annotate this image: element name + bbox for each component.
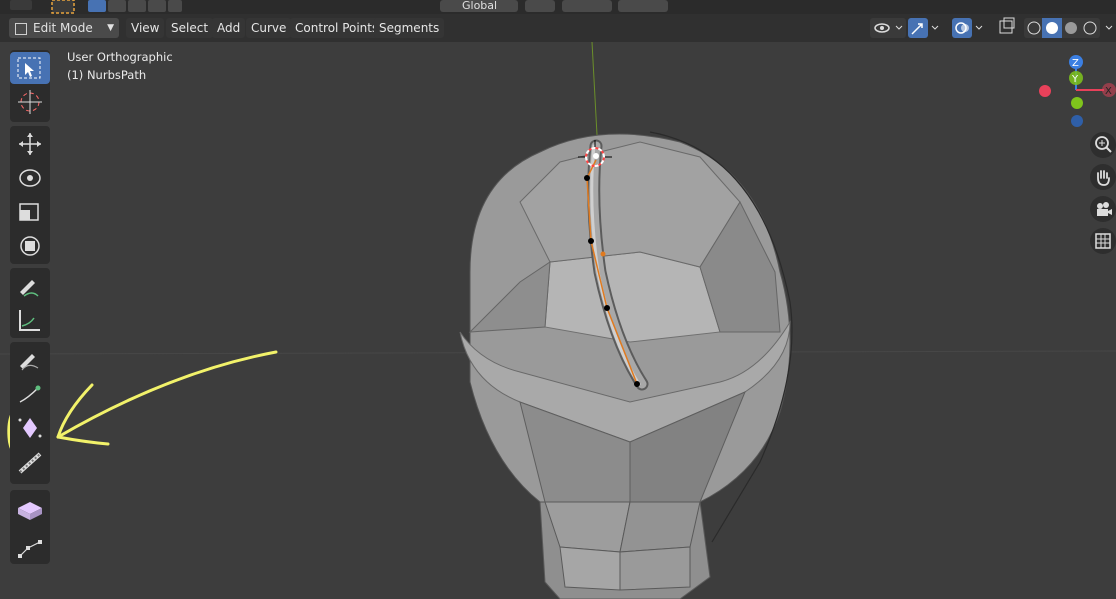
cursor-icon[interactable] [10, 86, 50, 118]
pan-hand-icon[interactable] [1090, 164, 1116, 190]
menu-control-points[interactable]: Control Points [290, 18, 384, 38]
snap-dropdown[interactable] [562, 0, 612, 12]
move-icon[interactable] [10, 128, 50, 160]
chevron-down-icon[interactable] [931, 25, 939, 30]
randomize-icon[interactable] [10, 494, 50, 526]
menu-add[interactable]: Add [212, 18, 246, 38]
top-bar: Global [0, 0, 1116, 14]
measure-icon[interactable] [10, 304, 50, 336]
shading-buttons[interactable] [1024, 18, 1100, 38]
camera-icon[interactable] [1090, 196, 1116, 222]
gizmo-y-label: Y [1071, 74, 1079, 85]
rotate-icon[interactable] [10, 162, 50, 194]
mode-dropdown[interactable]: Edit Mode ▼ [9, 18, 119, 38]
tilt-icon[interactable] [10, 446, 50, 478]
gizmo-z-label: Z [1072, 58, 1079, 69]
gizmo-neg-z[interactable] [1071, 115, 1083, 127]
pivot-dropdown[interactable] [525, 0, 555, 12]
menu-view[interactable]: View [126, 18, 165, 38]
menu-segments[interactable]: Segments [374, 18, 445, 38]
edit-mode-icon [15, 23, 27, 35]
mode-label: Edit Mode [33, 21, 93, 35]
transform-icon[interactable] [10, 230, 50, 262]
annotate-icon[interactable] [10, 270, 50, 302]
menu-curve[interactable]: Curve [246, 18, 292, 38]
curve-pen-icon[interactable] [10, 530, 50, 562]
chevron-down-icon[interactable] [975, 25, 983, 30]
select-mode-icon[interactable] [51, 0, 75, 14]
zoom-icon[interactable] [1090, 132, 1116, 158]
transform-orientation-label: Global [462, 0, 497, 12]
chevron-down-icon: ▼ [107, 23, 114, 33]
grid-view-icon[interactable] [1090, 228, 1116, 254]
select-box-icon[interactable] [10, 52, 50, 84]
gizmo-neg-x[interactable] [1039, 85, 1051, 97]
viewport-header: Edit Mode ▼ View Select Add Curve Contro… [0, 14, 1116, 42]
scale-icon[interactable] [10, 196, 50, 228]
proportional-edit-dropdown[interactable] [618, 0, 668, 12]
overlays-toggle-button[interactable] [952, 18, 972, 38]
scene-canvas[interactable]: Z Y X [0, 42, 1116, 599]
draw-icon[interactable] [10, 344, 50, 376]
extrude-icon[interactable] [10, 378, 50, 410]
navigation-gizmo[interactable]: Z Y X [1039, 55, 1116, 127]
visibility-dropdown[interactable] [870, 18, 906, 38]
gizmo-x-label: X [1105, 86, 1112, 97]
gizmo-neg-y[interactable] [1071, 97, 1083, 109]
chevron-down-icon[interactable] [1105, 25, 1113, 30]
editor-type-icon[interactable] [10, 0, 32, 10]
xray-toggle-icon[interactable] [999, 17, 1015, 34]
selection-mode-buttons[interactable] [88, 0, 182, 12]
menu-select[interactable]: Select [166, 18, 214, 38]
object-name-label: (1) NurbsPath [67, 68, 147, 82]
3d-viewport[interactable]: Z Y X User Orthographic (1) NurbsPath [0, 42, 1116, 599]
radius-icon[interactable] [10, 412, 50, 444]
view-name-label: User Orthographic [67, 50, 173, 64]
gizmo-toggle-button[interactable] [908, 18, 928, 38]
